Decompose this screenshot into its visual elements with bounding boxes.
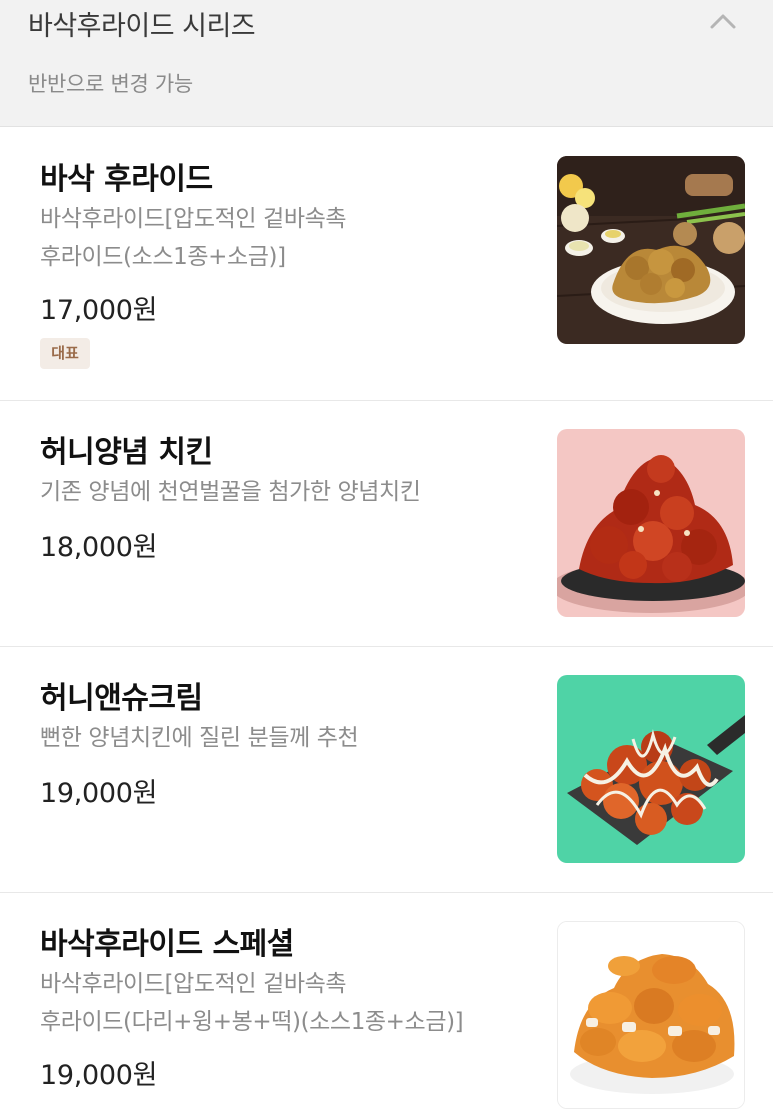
item-description: 바삭후라이드[압도적인 겉바속촉 후라이드(다리+윙+봉+떡)(소스1종+소금)… — [40, 971, 464, 1035]
menu-item-honey-cream[interactable]: 허니앤슈크림 뻔한 양념치킨에 질린 분들께 추천 19,000원 — [0, 647, 773, 893]
honey-seasoned-chicken-image — [557, 429, 745, 617]
item-name: 바삭 후라이드 — [40, 162, 213, 197]
item-price: 18,000원 — [40, 532, 158, 563]
item-name: 바삭후라이드 스페셜 — [40, 927, 294, 962]
item-description: 바삭후라이드[압도적인 겉바속촉 후라이드(소스1종+소금)] — [40, 206, 347, 270]
fried-chicken-platter-image — [557, 156, 745, 344]
section-subtitle: 반반으로 변경 가능 — [28, 72, 193, 96]
chevron-up-icon[interactable] — [706, 8, 740, 34]
section-title: 바삭후라이드 시리즈 — [28, 11, 256, 42]
section-header[interactable]: 바삭후라이드 시리즈 반반으로 변경 가능 — [0, 0, 773, 127]
fried-chicken-special-image — [557, 921, 745, 1109]
menu-item-crispy-special[interactable]: 바삭후라이드 스페셜 바삭후라이드[압도적인 겉바속촉 후라이드(다리+윙+봉+… — [0, 893, 773, 1120]
item-description: 기존 양념에 천연벌꿀을 첨가한 양념치킨 — [40, 479, 421, 505]
item-price: 19,000원 — [40, 778, 158, 809]
item-description: 뻔한 양념치킨에 질린 분들께 추천 — [40, 725, 359, 751]
item-name: 허니앤슈크림 — [40, 681, 203, 716]
item-name: 허니양념 치킨 — [40, 435, 213, 470]
item-price: 19,000원 — [40, 1060, 158, 1091]
menu-item-crispy-fried[interactable]: 바삭 후라이드 바삭후라이드[압도적인 겉바속촉 후라이드(소스1종+소금)] … — [0, 128, 773, 401]
menu-item-honey-seasoned[interactable]: 허니양념 치킨 기존 양념에 천연벌꿀을 첨가한 양념치킨 18,000원 — [0, 401, 773, 647]
signature-badge: 대표 — [40, 338, 90, 369]
honey-cream-chicken-image — [557, 675, 745, 863]
item-price: 17,000원 — [40, 295, 158, 326]
